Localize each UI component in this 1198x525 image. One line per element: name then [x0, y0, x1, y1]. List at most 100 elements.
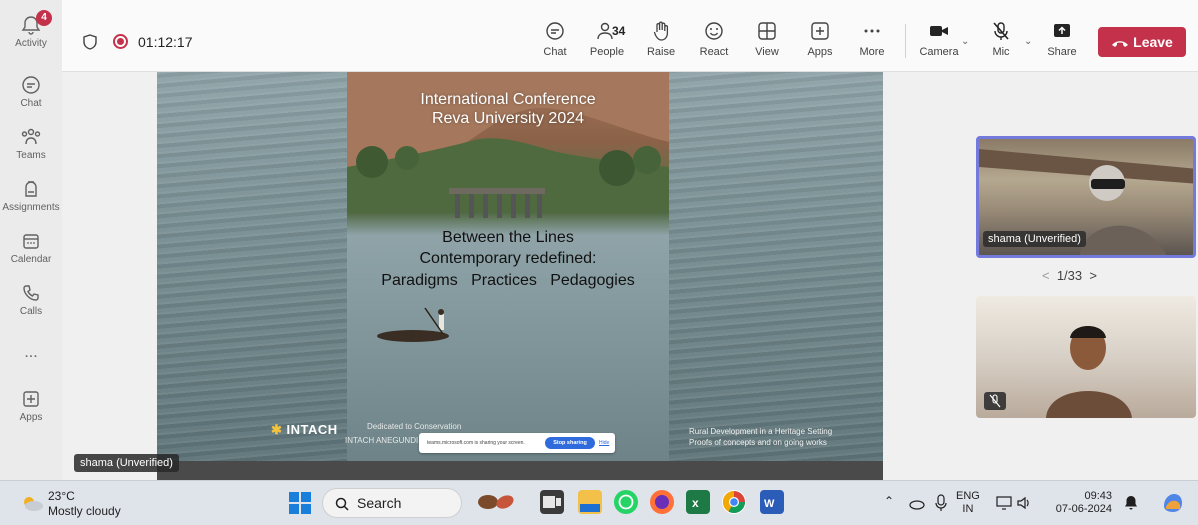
apps-button[interactable]: Apps — [795, 20, 845, 58]
weather-widget[interactable]: 23°C Mostly cloudy — [20, 489, 121, 519]
rail-item-teams[interactable]: Teams — [0, 126, 62, 161]
clock-date: 07-06-2024 — [1055, 503, 1112, 515]
weather-temperature: 23°C — [48, 489, 75, 503]
weather-condition: Mostly cloudy — [48, 504, 121, 518]
search-label: Search — [357, 495, 402, 511]
people-label: People — [589, 46, 625, 58]
rail-more-button[interactable]: ... — [0, 344, 62, 362]
camera-icon — [930, 26, 948, 36]
rail-label-calendar: Calendar — [10, 254, 52, 265]
rail-item-activity[interactable]: 4 Activity — [0, 10, 62, 49]
leave-button[interactable]: Leave — [1098, 27, 1186, 57]
svg-text:x: x — [692, 496, 699, 510]
taskbar-search-box[interactable]: Search — [322, 488, 462, 518]
chat-icon — [22, 76, 40, 94]
participant-video-2[interactable] — [976, 296, 1196, 418]
stop-sharing-button[interactable]: Stop sharing — [545, 437, 595, 449]
view-button[interactable]: View — [742, 20, 792, 58]
search-icon — [335, 497, 349, 511]
rail-label-calls: Calls — [19, 306, 43, 317]
participant-pager: < 1/33 > — [1042, 268, 1097, 283]
more-label: More — [859, 46, 885, 58]
rail-label-apps: Apps — [19, 412, 43, 423]
shield-icon[interactable] — [82, 34, 98, 50]
excel-icon[interactable]: x — [686, 490, 710, 514]
hand-icon — [653, 21, 669, 41]
leave-label: Leave — [1133, 34, 1173, 50]
task-view-icon[interactable] — [540, 490, 564, 514]
mic-options-chevron-icon[interactable]: ⌄ — [1024, 36, 1032, 47]
hide-sharing-bar-link[interactable]: Hide — [599, 440, 609, 446]
ellipsis-icon — [864, 29, 880, 33]
rail-item-calls[interactable]: Calls — [0, 282, 62, 317]
whatsapp-icon[interactable] — [614, 490, 638, 514]
previous-page-chevron-icon[interactable]: < — [1042, 268, 1050, 283]
share-button[interactable]: Share — [1037, 20, 1087, 58]
volume-icon[interactable] — [1016, 495, 1032, 511]
mic-label: Mic — [992, 46, 1010, 58]
mic-off-icon — [989, 394, 1001, 408]
toolbar-divider — [905, 24, 906, 58]
firefox-icon[interactable] — [650, 490, 674, 514]
calendar-icon — [23, 234, 39, 249]
participant-mic-off-badge — [984, 392, 1006, 410]
recording-icon — [113, 34, 128, 49]
file-explorer-icon[interactable] — [578, 490, 602, 514]
view-label: View — [755, 46, 779, 58]
smiley-icon — [705, 22, 723, 40]
add-app-icon — [811, 22, 829, 40]
food-widget-icon — [478, 495, 514, 509]
camera-button[interactable]: Camera — [914, 20, 964, 58]
rural-line1: Rural Development in a Heritage Setting — [689, 427, 833, 436]
rail-item-chat[interactable]: Chat — [0, 74, 62, 109]
mic-button[interactable]: Mic — [976, 20, 1026, 58]
poster-subtitle-line2: Contemporary redefined: — [419, 250, 597, 267]
windows-start-icon[interactable] — [288, 491, 312, 515]
microphone-tray-icon[interactable] — [934, 494, 948, 512]
clock[interactable]: 09:43 07-06-2024 — [1042, 490, 1112, 516]
cloud-sync-icon[interactable] — [908, 495, 926, 511]
meeting-toolbar: 01:12:17 Chat 34 People Raise React View… — [62, 0, 1198, 72]
rail-item-calendar[interactable]: Calendar — [0, 230, 62, 265]
left-rail: 4 Activity Chat Teams Assignments Calend… — [0, 0, 62, 480]
phone-icon — [23, 285, 39, 301]
grid-view-icon — [758, 22, 776, 40]
add-app-icon — [23, 391, 39, 407]
camera-options-chevron-icon[interactable]: ⌄ — [961, 36, 969, 47]
people-button[interactable]: 34 People — [582, 20, 632, 58]
participant-name-tag: shama (Unverified) — [983, 231, 1086, 247]
more-button[interactable]: More — [847, 20, 897, 58]
rail-item-assignments[interactable]: Assignments — [0, 178, 62, 213]
share-label: Share — [1047, 46, 1077, 58]
shared-screen[interactable]: International Conference Reva University… — [157, 72, 883, 461]
conference-poster: International Conference Reva University… — [347, 72, 669, 461]
copilot-icon[interactable] — [1160, 490, 1186, 516]
poster-subtitle-line3: Paradigms Practices Pedagogies — [381, 272, 635, 289]
participant-video-active-speaker[interactable]: shama (Unverified) — [976, 136, 1196, 258]
next-page-chevron-icon[interactable]: > — [1089, 268, 1097, 283]
raise-label: Raise — [646, 46, 676, 58]
activity-badge: 4 — [36, 10, 52, 26]
taskbar-widget-icon[interactable] — [476, 490, 516, 514]
pager-value: 1/33 — [1056, 268, 1083, 283]
notification-bell-icon[interactable] — [1124, 495, 1138, 511]
network-icon[interactable] — [996, 495, 1012, 511]
rail-label-activity: Activity — [15, 38, 47, 49]
teams-icon — [21, 128, 41, 145]
camera-label: Camera — [919, 46, 959, 58]
rural-line2: Proofs of concepts and on going works — [689, 438, 827, 447]
sharing-message: teams.microsoft.com is sharing your scre… — [427, 440, 525, 446]
chrome-icon[interactable] — [722, 490, 746, 514]
rail-item-apps[interactable]: Apps — [0, 388, 62, 423]
raise-hand-button[interactable]: Raise — [636, 20, 686, 58]
chat-button[interactable]: Chat — [530, 20, 580, 58]
word-icon[interactable]: W — [760, 490, 784, 514]
show-hidden-icons-chevron-icon[interactable]: ⌃ — [884, 495, 894, 508]
presenter-name-tag: shama (Unverified) — [74, 454, 179, 472]
meeting-stage: International Conference Reva University… — [62, 72, 1198, 481]
react-button[interactable]: React — [689, 20, 739, 58]
participant-video-frame-2 — [1046, 326, 1132, 418]
language-indicator[interactable]: ENG IN — [956, 490, 980, 516]
screen-sharing-bar: teams.microsoft.com is sharing your scre… — [419, 433, 615, 453]
react-label: React — [699, 46, 729, 58]
